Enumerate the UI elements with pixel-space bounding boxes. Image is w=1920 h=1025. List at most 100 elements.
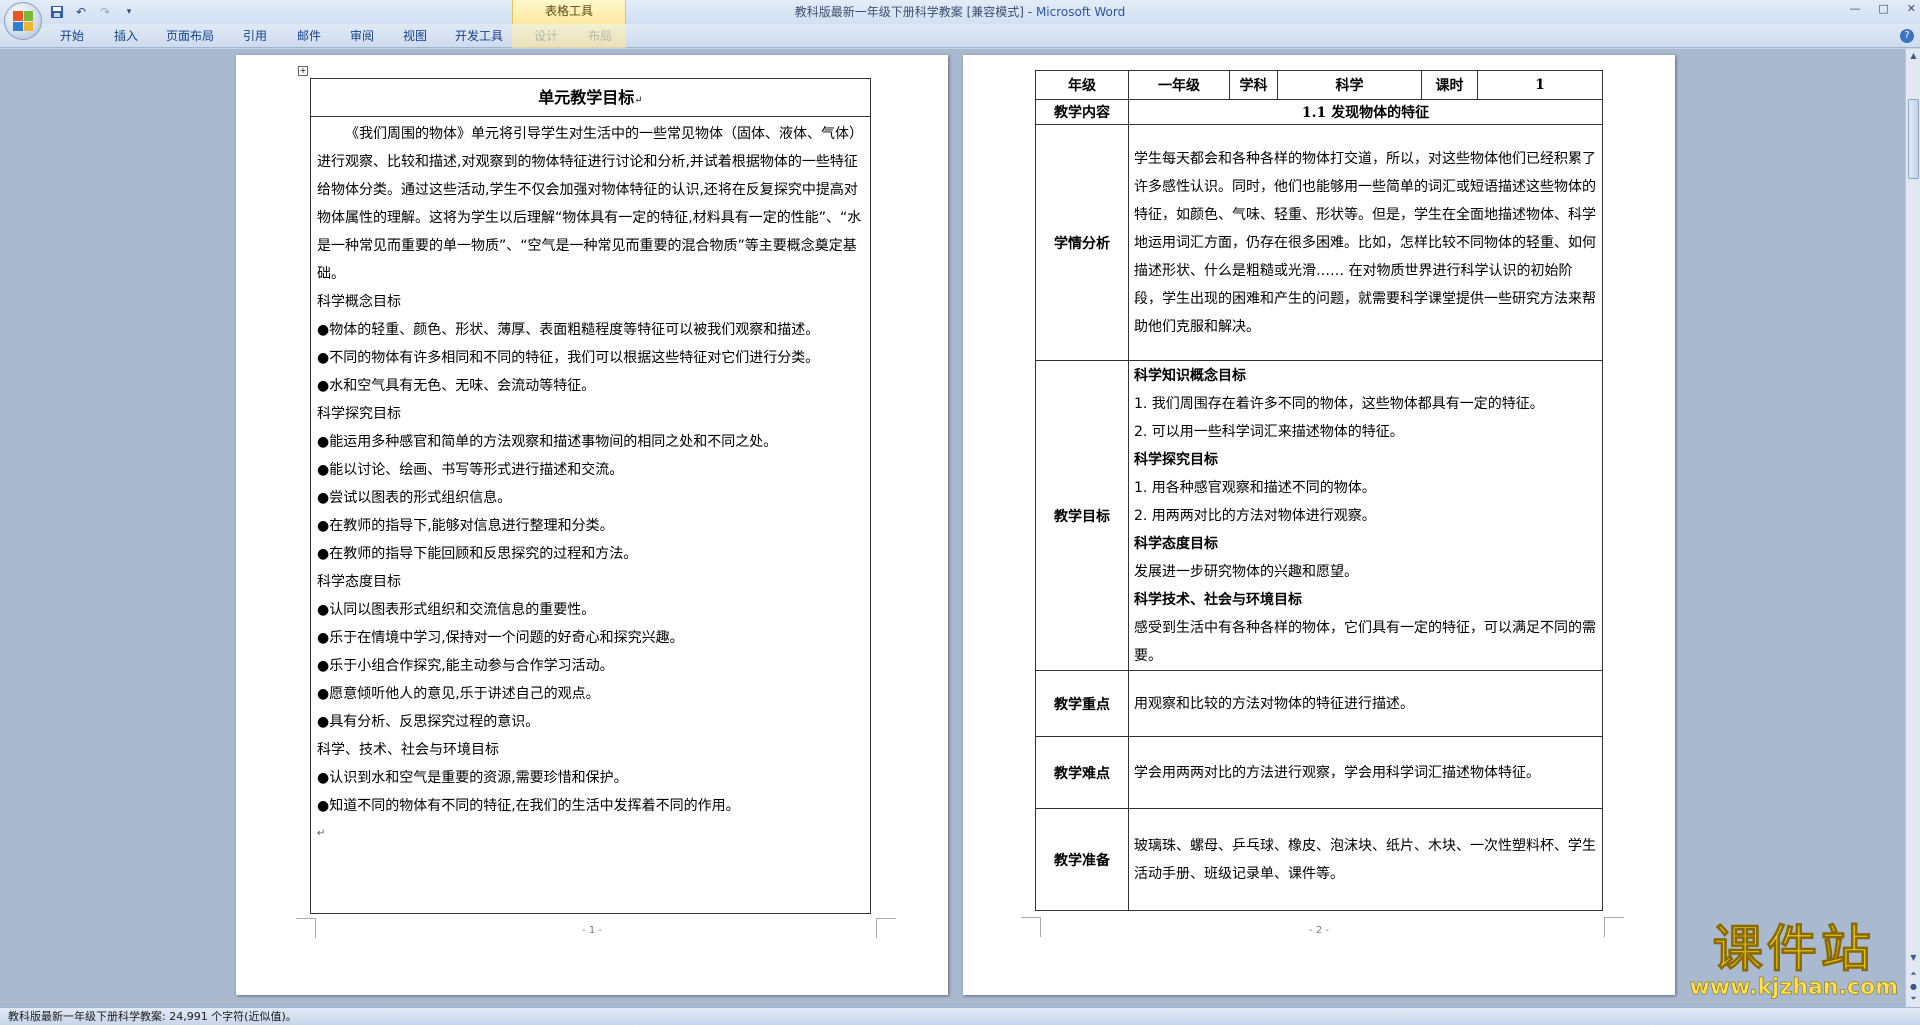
maximize-button[interactable]: □ [1878, 2, 1888, 15]
lesson-plan-table: 年级 一年级 学科 科学 课时 1 教学内容 1.1 发现物体的特征 学情分析 … [1035, 70, 1603, 911]
analysis-label: 学情分析 [1035, 124, 1129, 361]
customize-qat-icon[interactable]: ▾ [120, 3, 138, 21]
undo-icon[interactable]: ↶ [72, 3, 90, 21]
subject-value: 科学 [1277, 70, 1422, 100]
goal-heading: 科学态度目标 [1134, 535, 1218, 552]
prep-text: 玻璃珠、螺母、乒乓球、橡皮、泡沫块、纸片、木块、一次性塑料杯、学生活动手册、班级… [1128, 808, 1603, 911]
list-item: ●能以讨论、绘画、书写等形式进行描述和交流。 [317, 462, 624, 478]
unit-goals-title: 单元教学目标↵ [311, 79, 870, 117]
table-row: 教学内容 1.1 发现物体的特征 [1035, 99, 1603, 125]
section-heading: 科学态度目标 [317, 574, 401, 590]
watermark-url: www.kjzhan.com [1689, 975, 1898, 1000]
window-title-app: Microsoft Word [1035, 5, 1126, 19]
goal-item: 2. 可以用一些科学词汇来描述物体的特征。 [1134, 423, 1404, 440]
vertical-scrollbar[interactable]: ▲ ▼ ⏶ ● ⏷ [1905, 49, 1920, 1007]
document-area[interactable]: + 单元教学目标↵ 《我们周围的物体》单元将引导学生对生活中的一些常见物体（固体… [0, 49, 1905, 1007]
tab-home[interactable]: 开始 [60, 27, 84, 44]
redo-icon[interactable]: ↷ [96, 3, 114, 21]
window-controls: — □ ✕ [1849, 2, 1916, 15]
list-item: ●认同以图表形式组织和交流信息的重要性。 [317, 602, 596, 618]
list-item: ●认识到水和空气是重要的资源,需要珍惜和保护。 [317, 770, 628, 786]
subject-label: 学科 [1229, 70, 1278, 100]
list-item: ●水和空气具有无色、无味、会流动等特征。 [317, 378, 596, 394]
tab-developer[interactable]: 开发工具 [455, 27, 503, 44]
content-label: 教学内容 [1035, 99, 1129, 125]
goal-item: 感受到生活中有各种各样的物体，它们具有一定的特征，可以满足不同的需要。 [1134, 619, 1596, 664]
tab-view[interactable]: 视图 [403, 27, 427, 44]
scroll-up-arrow-icon[interactable]: ▲ [1908, 51, 1919, 62]
office-logo-icon [13, 11, 33, 31]
difficulty-text: 学会用两两对比的方法进行观察，学会用科学词汇描述物体特征。 [1128, 736, 1603, 809]
table-row: 教学准备 玻璃珠、螺母、乒乓球、橡皮、泡沫块、纸片、木块、一次性塑料杯、学生活动… [1035, 808, 1603, 911]
table-row: 教学目标 科学知识概念目标 1. 我们周围存在着许多不同的物体，这些物体都具有一… [1035, 360, 1603, 671]
list-item: ●知道不同的物体有不同的特征,在我们的生活中发挥着不同的作用。 [317, 798, 740, 814]
close-button[interactable]: ✕ [1907, 2, 1916, 15]
list-item: ●乐于在情境中学习,保持对一个问题的好奇心和探究兴趣。 [317, 630, 684, 646]
watermark-title: 课件站 [1712, 920, 1875, 978]
kjzhan-watermark-logo: 课件站 www.kjzhan.com [1689, 922, 1898, 1000]
tab-references[interactable]: 引用 [243, 27, 267, 44]
table-row: 年级 一年级 学科 科学 课时 1 [1035, 70, 1603, 100]
content-value: 1.1 发现物体的特征 [1128, 99, 1603, 125]
table-tools-band [512, 24, 626, 48]
list-item: ●在教师的指导下,能够对信息进行整理和分类。 [317, 518, 614, 534]
scroll-down-arrow-icon[interactable]: ▼ [1908, 953, 1919, 964]
list-item: ●乐于小组合作探究,能主动参与合作学习活动。 [317, 658, 614, 674]
browse-object-icon[interactable]: ● [1908, 982, 1919, 993]
tab-mailings[interactable]: 邮件 [297, 27, 321, 44]
goals-label: 教学目标 [1035, 360, 1129, 671]
tab-insert[interactable]: 插入 [114, 27, 138, 44]
section-heading: 科学、技术、社会与环境目标 [317, 742, 499, 758]
save-icon[interactable] [48, 3, 66, 21]
minimize-button[interactable]: — [1849, 2, 1860, 15]
tab-review[interactable]: 审阅 [350, 27, 374, 44]
page-2[interactable]: 年级 一年级 学科 科学 课时 1 教学内容 1.1 发现物体的特征 学情分析 … [963, 55, 1675, 995]
page-number: - 1 - [582, 925, 602, 936]
grade-value: 一年级 [1128, 70, 1230, 100]
prep-label: 教学准备 [1035, 808, 1129, 911]
difficulty-label: 教学难点 [1035, 736, 1129, 809]
unit-goals-box: 单元教学目标↵ 《我们周围的物体》单元将引导学生对生活中的一些常见物体（固体、液… [310, 78, 871, 914]
page-1[interactable]: + 单元教学目标↵ 《我们周围的物体》单元将引导学生对生活中的一些常见物体（固体… [236, 55, 948, 995]
key-text: 用观察和比较的方法对物体的特征进行描述。 [1128, 670, 1603, 737]
ribbon-tab-bar: 开始 插入 页面布局 引用 邮件 审阅 视图 开发工具 设计 布局 [0, 24, 1920, 48]
section-heading: 科学概念目标 [317, 294, 401, 310]
list-item: ●尝试以图表的形式组织信息。 [317, 490, 512, 506]
list-item: ●不同的物体有许多相同和不同的特征，我们可以根据这些特征对它们进行分类。 [317, 350, 820, 366]
page-number: - 2 - [1309, 925, 1329, 936]
unit-goals-body: 《我们周围的物体》单元将引导学生对生活中的一些常见物体（固体、液体、气体）进行观… [311, 117, 870, 848]
goals-cell: 科学知识概念目标 1. 我们周围存在着许多不同的物体，这些物体都具有一定的特征。… [1128, 360, 1603, 671]
office-button[interactable] [4, 2, 42, 40]
window-title-doc: 教科版最新一年级下册科学教案 [兼容模式] [794, 5, 1024, 19]
table-row: 教学难点 学会用两两对比的方法进行观察，学会用科学词汇描述物体特征。 [1035, 736, 1603, 809]
goal-heading: 科学技术、社会与环境目标 [1134, 591, 1302, 608]
help-icon[interactable]: ? [1900, 29, 1914, 43]
goal-heading: 科学探究目标 [1134, 451, 1218, 468]
list-item: ●愿意倾听他人的意见,乐于讲述自己的观点。 [317, 686, 600, 702]
table-row: 学情分析 学生每天都会和各种各样的物体打交道，所以，对这些物体他们已经积累了许多… [1035, 124, 1603, 361]
paragraph-mark: ↵ [317, 828, 326, 839]
previous-page-icon[interactable]: ⏶ [1908, 969, 1919, 980]
unit-intro-paragraph: 《我们周围的物体》单元将引导学生对生活中的一些常见物体（固体、液体、气体）进行观… [317, 126, 863, 282]
list-item: ●能运用多种感官和简单的方法观察和描述事物间的相同之处和不同之处。 [317, 434, 778, 450]
section-heading: 科学探究目标 [317, 406, 401, 422]
tab-page-layout[interactable]: 页面布局 [166, 27, 214, 44]
analysis-text: 学生每天都会和各种各样的物体打交道，所以，对这些物体他们已经积累了许多感性认识。… [1128, 124, 1603, 361]
status-word-count[interactable]: 教科版最新一年级下册科学教案: 24,991 个字符(近似值)。 [8, 1010, 297, 1023]
scroll-thumb[interactable] [1908, 99, 1919, 179]
list-item: ●物体的轻重、颜色、形状、薄厚、表面粗糙程度等特征可以被我们观察和描述。 [317, 322, 820, 338]
list-item: ●在教师的指导下能回顾和反思探究的过程和方法。 [317, 546, 638, 562]
unit-goals-title-text: 单元教学目标 [538, 88, 635, 107]
window-title-sep: - [1023, 5, 1036, 19]
goal-item: 2. 用两两对比的方法对物体进行观察。 [1134, 507, 1376, 524]
goal-item: 1. 我们周围存在着许多不同的物体，这些物体都具有一定的特征。 [1134, 395, 1544, 412]
window-title: 教科版最新一年级下册科学教案 [兼容模式] - Microsoft Word [0, 0, 1920, 24]
hours-label: 课时 [1421, 70, 1478, 100]
list-item: ●具有分析、反思探究过程的意识。 [317, 714, 540, 730]
title-bar: 教科版最新一年级下册科学教案 [兼容模式] - Microsoft Word ↶… [0, 0, 1920, 24]
goal-item: 发展进一步研究物体的兴趣和愿望。 [1134, 563, 1358, 580]
next-page-icon[interactable]: ⏷ [1908, 994, 1919, 1005]
goal-item: 1. 用各种感官观察和描述不同的物体。 [1134, 479, 1376, 496]
grade-label: 年级 [1035, 70, 1129, 100]
table-move-handle-icon[interactable]: + [298, 66, 308, 76]
